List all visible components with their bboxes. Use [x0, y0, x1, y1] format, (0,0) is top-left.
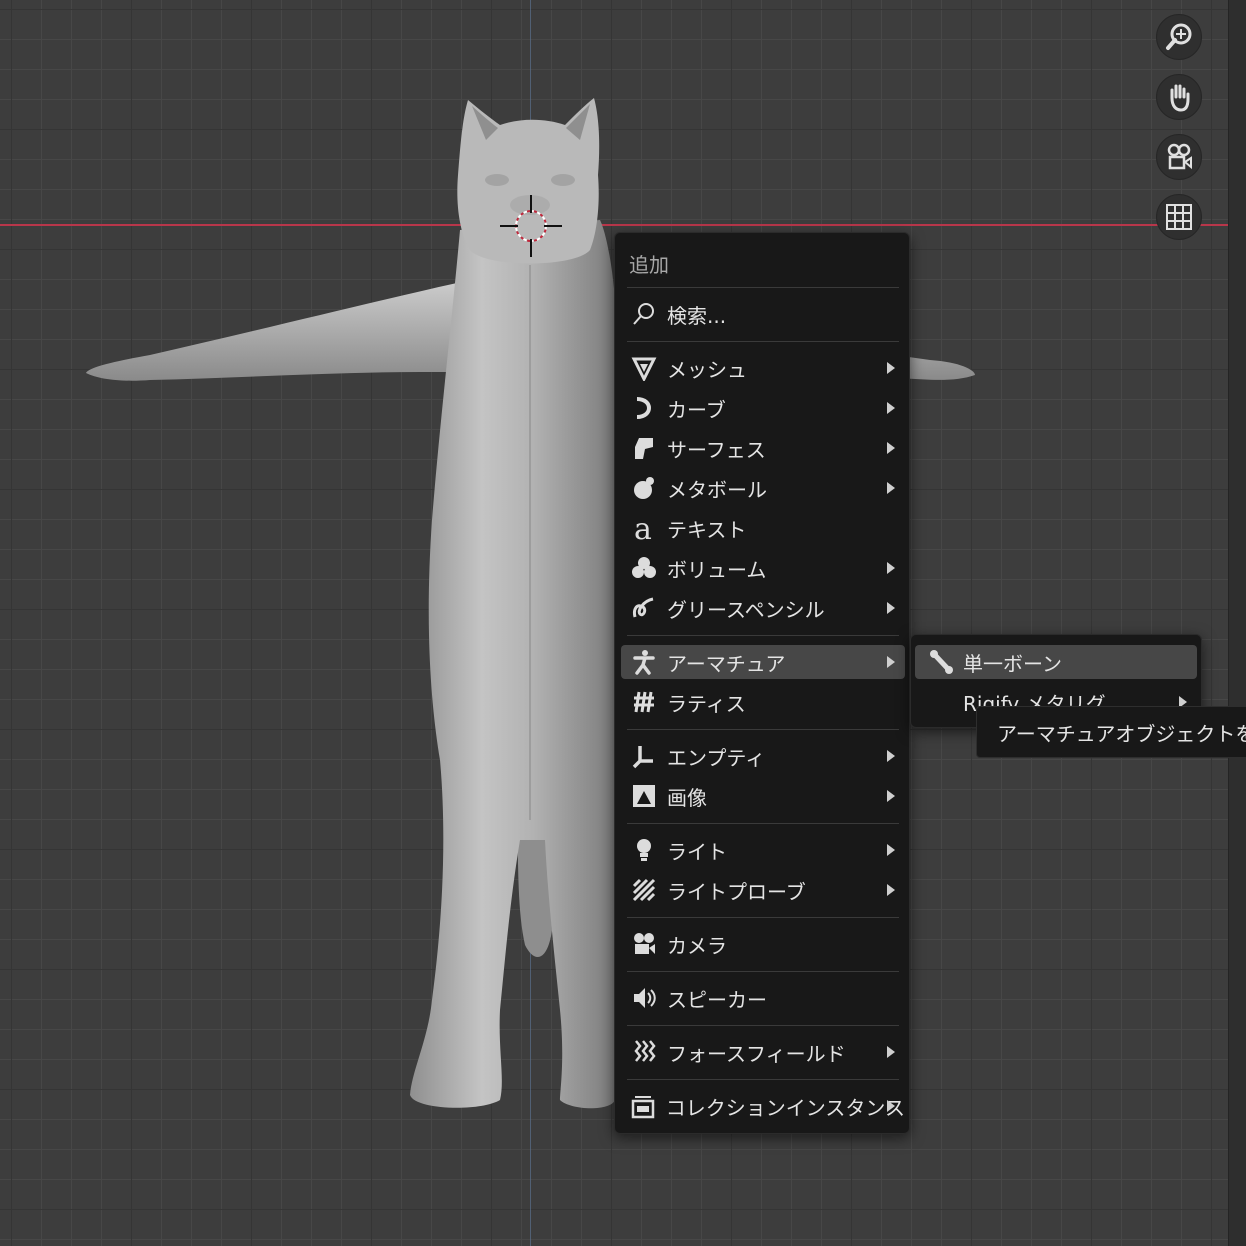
menu-item-force-field[interactable]: フォースフィールド: [621, 1035, 905, 1069]
grid-ortho-icon[interactable]: [1156, 194, 1202, 240]
light-probe-icon: [627, 873, 661, 907]
light-icon: [627, 833, 661, 867]
separator: [627, 971, 899, 972]
lattice-icon: [627, 685, 661, 719]
menu-item-label: コレクションインスタンス: [665, 1095, 905, 1120]
menu-title: 追加: [629, 253, 669, 277]
metaball-icon: [627, 471, 661, 505]
separator: [627, 823, 899, 824]
menu-item-search[interactable]: 検索...: [621, 297, 905, 331]
menu-item-label: グリースペンシル: [667, 597, 825, 622]
menu-item-label: 検索...: [667, 303, 727, 328]
grease-pencil-icon: [627, 591, 661, 625]
menu-item-light[interactable]: ライト: [621, 833, 905, 867]
empty-icon: [627, 739, 661, 773]
menu-item-surface[interactable]: サーフェス: [621, 431, 905, 465]
menu-item-curve[interactable]: カーブ: [621, 391, 905, 425]
menu-item-text[interactable]: a テキスト: [621, 511, 905, 545]
menu-item-label: テキスト: [667, 517, 747, 542]
separator: [627, 635, 899, 636]
sidebar-edge[interactable]: [1228, 0, 1246, 1246]
force-field-icon: [627, 1035, 661, 1069]
menu-item-lattice[interactable]: ラティス: [621, 685, 905, 719]
armature-icon: [627, 645, 661, 679]
menu-item-label: カーブ: [667, 397, 726, 422]
separator: [627, 287, 899, 288]
surface-icon: [627, 431, 661, 465]
image-icon: [627, 779, 661, 813]
menu-item-empty[interactable]: エンプティ: [621, 739, 905, 773]
menu-item-label: ラティス: [667, 691, 746, 716]
tooltip: アーマチュアオブジェクトをシ: [976, 706, 1246, 758]
hand-pan-icon[interactable]: [1156, 74, 1202, 120]
menu-item-image[interactable]: 画像: [621, 779, 905, 813]
mesh-icon: [627, 351, 661, 385]
menu-item-collection-instance[interactable]: コレクションインスタンス: [621, 1089, 905, 1123]
separator: [627, 1025, 899, 1026]
separator: [627, 341, 899, 342]
menu-item-label: アーマチュア: [667, 651, 786, 676]
add-menu: 追加 検索... メッシュ カーブ サーフェス メタボール a テキスト ボリュ…: [614, 232, 910, 1134]
volume-icon: [627, 551, 661, 585]
menu-item-mesh[interactable]: メッシュ: [621, 351, 905, 385]
menu-item-armature[interactable]: アーマチュア: [621, 645, 905, 679]
menu-item-label: 画像: [667, 785, 707, 810]
menu-item-grease-pencil[interactable]: グリースペンシル: [621, 591, 905, 625]
menu-item-label: フォースフィールド: [667, 1041, 846, 1066]
menu-item-label: ライト: [667, 839, 727, 864]
menu-item-metaball[interactable]: メタボール: [621, 471, 905, 505]
search-icon: [627, 297, 661, 331]
camera-icon: [627, 927, 661, 961]
menu-item-volume[interactable]: ボリューム: [621, 551, 905, 585]
speaker-icon: [627, 981, 661, 1015]
menu-item-label: スピーカー: [667, 987, 767, 1012]
separator: [627, 729, 899, 730]
menu-item-single-bone[interactable]: 単一ボーン: [915, 645, 1197, 679]
zoom-icon[interactable]: [1156, 14, 1202, 60]
menu-item-light-probe[interactable]: ライトプローブ: [621, 873, 905, 907]
camera-view-icon[interactable]: [1156, 134, 1202, 180]
bone-icon: [925, 645, 959, 679]
menu-item-label: ライトプローブ: [667, 879, 806, 904]
separator: [627, 1079, 899, 1080]
menu-item-label: サーフェス: [667, 437, 766, 462]
menu-item-label: メッシュ: [667, 357, 747, 382]
menu-item-label: 単一ボーン: [963, 651, 1062, 676]
menu-item-speaker[interactable]: スピーカー: [621, 981, 905, 1015]
3d-cursor-icon[interactable]: [500, 195, 562, 257]
menu-item-label: エンプティ: [667, 745, 766, 770]
separator: [627, 917, 899, 918]
menu-item-label: メタボール: [667, 477, 767, 502]
menu-item-camera[interactable]: カメラ: [621, 927, 905, 961]
menu-item-label: ボリューム: [667, 557, 767, 582]
curve-icon: [627, 391, 661, 425]
text-icon: a: [627, 511, 661, 545]
svg-text:a: a: [634, 513, 652, 543]
collection-instance-icon: [627, 1089, 660, 1123]
menu-item-label: カメラ: [667, 933, 727, 958]
